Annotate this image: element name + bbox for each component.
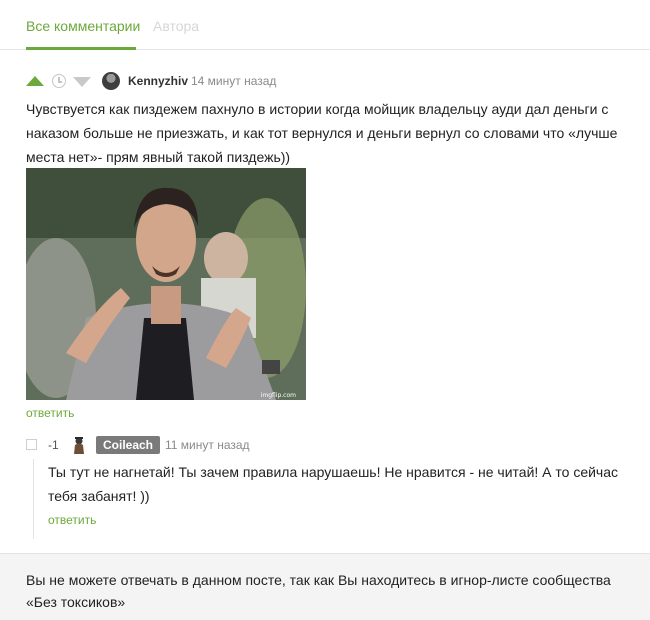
reply-link[interactable]: ответить — [26, 406, 74, 420]
avatar[interactable] — [102, 72, 120, 90]
image-watermark: imgflip.com — [261, 392, 296, 399]
reply-text: Ты тут не нагнетай! Ты зачем правила нар… — [48, 464, 619, 504]
comment-tabs: Все комментарии Автора — [0, 0, 650, 50]
comment-image[interactable]: imgflip.com — [26, 168, 306, 400]
upvote-arrow-icon[interactable] — [26, 76, 44, 86]
reply-author-badge[interactable]: Coileach — [96, 436, 161, 454]
thread-line[interactable] — [33, 459, 34, 539]
tab-all-comments[interactable]: Все комментарии — [26, 18, 140, 34]
reply-avatar[interactable] — [72, 436, 86, 454]
reply-time[interactable]: 11 минут назад — [165, 438, 250, 452]
reply-rating: -1 — [48, 438, 59, 452]
notice-text: Вы не можете отвечать в данном посте, та… — [26, 572, 611, 610]
reply-link[interactable]: ответить — [48, 513, 96, 527]
active-tab-indicator — [26, 47, 136, 50]
comment-time[interactable]: 14 минут назад — [191, 74, 276, 88]
comment-text: Чувствуется как пиздежем пахнуло в истор… — [26, 101, 618, 165]
collapse-thread-icon[interactable] — [26, 439, 37, 450]
comment-header: Kennyzhiv 14 минут назад — [26, 72, 626, 92]
comment-author[interactable]: Kennyzhiv — [128, 74, 188, 88]
ignore-list-notice: Вы не можете отвечать в данном посте, та… — [0, 553, 650, 620]
downvote-arrow-icon[interactable] — [73, 77, 91, 87]
tab-author[interactable]: Автора — [153, 18, 199, 34]
clock-icon[interactable] — [52, 74, 66, 88]
comment-image-illustration: imgflip.com — [26, 168, 306, 400]
